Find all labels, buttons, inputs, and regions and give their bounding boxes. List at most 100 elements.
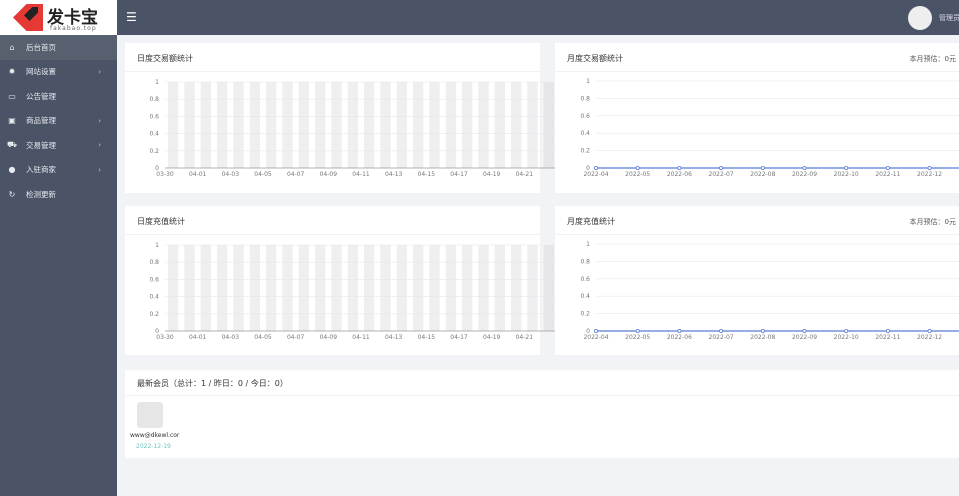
cart-icon: ⛟ — [7, 140, 18, 150]
x-tick-label: 04-13 — [385, 171, 403, 178]
y-tick-label: 0.2 — [149, 148, 159, 155]
x-tick-label: 04-11 — [352, 171, 370, 178]
background-bar — [298, 245, 309, 331]
y-tick-label: 1 — [586, 78, 590, 85]
background-bar — [217, 82, 228, 168]
y-tick-label: 0.6 — [149, 276, 159, 283]
x-tick-label: 03-30 — [156, 171, 174, 178]
sidebar-item-2[interactable]: ▭ 公告管理 — [0, 84, 117, 109]
sidebar: 发卡宝 fakabao.top ⌂ 后台首页 ✹ 网站设置 › ▭ 公告管理 ▣ 商品管理 › ⛟ 交… — [0, 0, 117, 496]
data-point — [760, 166, 765, 171]
daily-trade-card: 日度交易额统计 0 0.2 0.4 0.6 0.8 1 03-30 04-01 04-03 04-… — [125, 43, 557, 193]
logo-sub: fakabao.top — [50, 25, 97, 32]
daily-recharge-chart: 00.20.40.60.8103-30 04-01 04-03 04-05 04-07 0… — [149, 242, 557, 341]
y-tick-label: 0.2 — [580, 148, 590, 155]
sidebar-item-label: 公告管理 — [26, 91, 56, 101]
background-bar — [315, 245, 326, 331]
x-tick-label: 2022-05 — [625, 334, 650, 341]
background-bar — [511, 245, 522, 331]
background-bar — [249, 245, 260, 331]
hamburger-icon[interactable]: ☰ — [126, 10, 137, 24]
background-bar — [380, 245, 391, 331]
background-bar — [445, 245, 456, 331]
home-icon: ⌂ — [9, 42, 15, 52]
background-bar — [462, 82, 473, 168]
background-bar — [380, 82, 391, 168]
background-bar — [527, 245, 538, 331]
data-point — [677, 166, 682, 171]
monthly-trade-card: 月度交易额统计 本月预估：0元 0 0.2 0.4 0.6 0.8 1 2022-04 2022… — [555, 43, 959, 193]
y-tick-label: 0.4 — [580, 293, 590, 300]
background-bar — [347, 82, 358, 168]
background-bar — [494, 245, 505, 331]
background-bar — [200, 245, 211, 331]
sidebar-item-label: 检测更新 — [26, 189, 56, 199]
background-bar — [396, 82, 407, 168]
sidebar-item-4[interactable]: ⛟ 交易管理 › — [0, 133, 117, 158]
background-bar — [233, 245, 244, 331]
sidebar-nav: ⌂ 后台首页 ✹ 网站设置 › ▭ 公告管理 ▣ 商品管理 › ⛟ 交易管理 › ● 入驻商家 › ↻ 检测更新 — [0, 35, 117, 207]
y-tick-label: 0.6 — [580, 113, 590, 120]
x-tick-label: 2022-11 — [875, 171, 900, 178]
x-tick-label: 04-21 — [516, 334, 534, 341]
y-tick-label: 0.6 — [149, 113, 159, 120]
chevron-right-icon: › — [98, 116, 101, 125]
x-tick-label: 04-01 — [189, 171, 207, 178]
background-bar — [511, 82, 522, 168]
sidebar-item-0[interactable]: ⌂ 后台首页 — [0, 35, 117, 60]
x-tick-label: 04-15 — [418, 171, 436, 178]
y-tick-label: 0.4 — [580, 130, 590, 137]
daily-recharge-card: 日度充值统计 0 0.2 0.4 0.6 0.8 1 03-30 04-01 04-03 04-0… — [125, 206, 557, 355]
x-tick-label: 04-21 — [516, 171, 534, 178]
sidebar-item-5[interactable]: ● 入驻商家 › — [0, 158, 117, 183]
background-bar — [347, 245, 358, 331]
x-tick-label: 04-09 — [320, 334, 338, 341]
x-tick-label: 03-30 — [156, 334, 174, 341]
x-tick-label: 2022-04 — [583, 334, 608, 341]
background-bar — [413, 82, 424, 168]
admin-name[interactable]: 管理员 — [939, 13, 959, 23]
y-tick-label: 0.8 — [149, 96, 159, 103]
background-bar — [494, 82, 505, 168]
data-point — [802, 329, 807, 334]
y-tick-label: 0.8 — [149, 259, 159, 266]
sidebar-item-6[interactable]: ↻ 检测更新 — [0, 182, 117, 207]
member-date: 2022-12-19 — [136, 443, 171, 450]
background-bar — [233, 82, 244, 168]
monthly-recharge-chart: 00.20.40.60.812022-04 2022-05 2022-06 2022-… — [580, 241, 959, 341]
data-point — [844, 329, 849, 334]
background-bar — [331, 245, 342, 331]
x-tick-label: 2022-09 — [792, 171, 817, 178]
data-point — [844, 166, 849, 171]
member-avatar[interactable] — [137, 402, 163, 428]
data-point — [594, 329, 599, 334]
data-point — [677, 329, 682, 334]
background-bar — [413, 245, 424, 331]
data-point — [760, 329, 765, 334]
background-bar — [315, 82, 326, 168]
background-bar — [396, 245, 407, 331]
gear-icon: ✹ — [8, 67, 16, 77]
data-point — [927, 166, 932, 171]
x-tick-label: 04-15 — [418, 334, 436, 341]
member-email[interactable]: www@dkewl.cor — [130, 432, 179, 439]
x-tick-label: 04-19 — [483, 334, 501, 341]
x-tick-label: 2022-10 — [834, 171, 859, 178]
sidebar-item-1[interactable]: ✹ 网站设置 › — [0, 60, 117, 85]
admin-avatar[interactable] — [908, 6, 932, 30]
x-tick-label: 2022-12 — [917, 171, 942, 178]
monthly-recharge-card: 月度充值统计 本月预估：0元 0 0.2 0.4 0.6 0.8 1 2022-04 2022-… — [555, 206, 959, 355]
background-bar — [543, 245, 554, 331]
logo[interactable]: 发卡宝 fakabao.top — [0, 0, 117, 35]
sidebar-item-3[interactable]: ▣ 商品管理 › — [0, 109, 117, 134]
background-bar — [282, 245, 293, 331]
user-icon: ● — [8, 165, 16, 175]
sidebar-item-label: 商品管理 — [26, 116, 56, 126]
x-tick-label: 04-11 — [352, 334, 370, 341]
monthly-estimate: 本月预估：0元 — [909, 218, 956, 226]
x-tick-label: 04-07 — [287, 334, 305, 341]
data-point — [635, 329, 640, 334]
y-tick-label: 0.4 — [149, 131, 159, 138]
x-tick-label: 2022-08 — [750, 334, 775, 341]
background-bar — [429, 82, 440, 168]
